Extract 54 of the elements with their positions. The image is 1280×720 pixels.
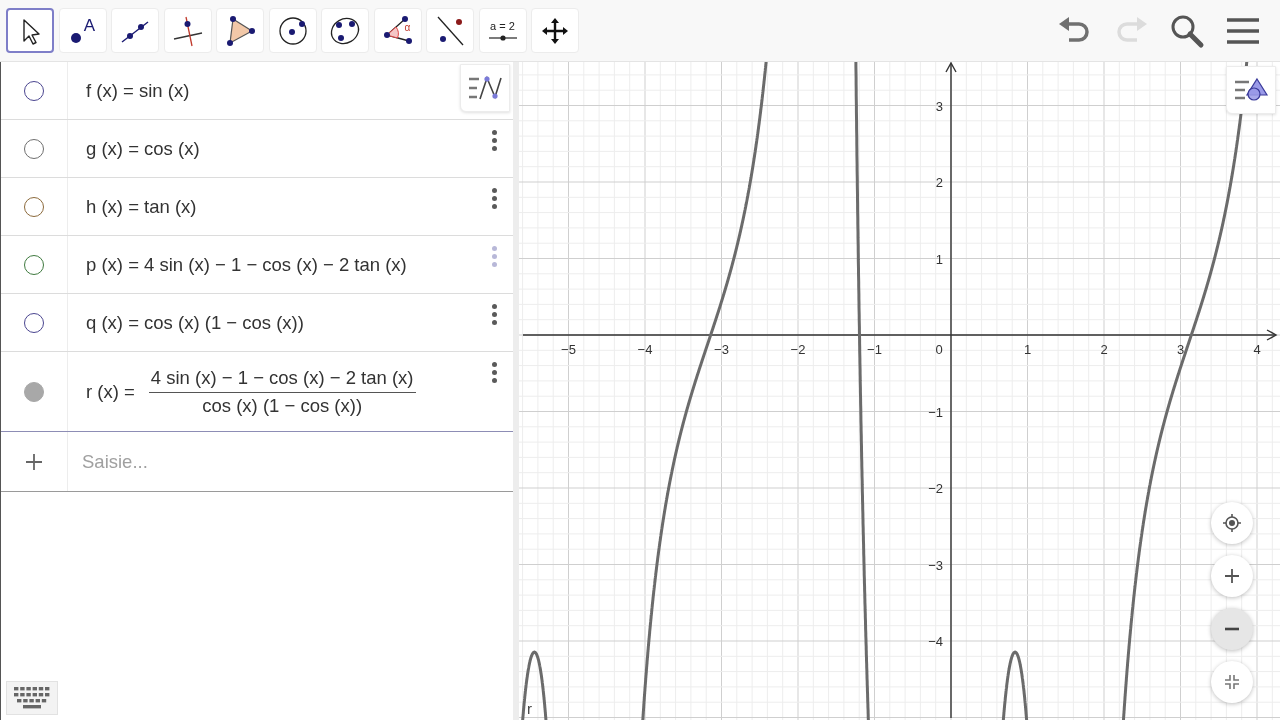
input-field[interactable]: Saisie...: [68, 432, 513, 491]
keyboard-icon: [13, 685, 51, 711]
axis-tick-label: 2: [935, 175, 943, 190]
axis-tick-label: 0: [935, 342, 943, 357]
axis-tick-label: 1: [1023, 342, 1032, 357]
function-definition: h (x) = tan (x): [86, 195, 197, 218]
reflect-tool-button[interactable]: [426, 8, 474, 53]
axis-tick-label: −4: [928, 634, 943, 649]
target-icon: [1223, 514, 1241, 532]
axis-tick-label: −2: [928, 481, 943, 496]
axis-tick-label: 3: [935, 98, 943, 114]
visibility-toggle[interactable]: [24, 381, 44, 402]
ellipse-tool-button[interactable]: [321, 8, 369, 53]
plus-icon: [25, 452, 43, 471]
dot-icon: [69, 32, 82, 44]
angle-tool-button[interactable]: α: [373, 8, 422, 53]
fraction-numerator: 4 sin (x) − 1 − cos (x) − 2 tan (x): [148, 366, 416, 393]
graphics-style-button[interactable]: [1226, 66, 1276, 114]
slider-icon: [487, 35, 518, 41]
fullscreen-button[interactable]: [1211, 661, 1253, 703]
axis-tick-label: 1: [935, 251, 943, 267]
plus-icon: [1224, 568, 1240, 584]
line-tool-button[interactable]: [111, 8, 159, 53]
axis-tick-label: 3: [1176, 342, 1185, 357]
move-view-tool-button[interactable]: [531, 8, 579, 53]
zoom-in-button[interactable]: [1211, 555, 1253, 597]
fraction-denominator: cos (x) (1 − cos (x)): [202, 393, 363, 417]
function-definition: g (x) = cos (x): [86, 137, 200, 160]
minus-icon: [1224, 627, 1240, 631]
perpendicular-tool-button[interactable]: [163, 8, 212, 53]
curve-label: r: [527, 700, 532, 717]
point-tool-button[interactable]: A: [58, 8, 107, 53]
move-tool-button[interactable]: [6, 8, 54, 53]
menu-icon: [1226, 16, 1260, 45]
axis-tick-label: −1: [867, 342, 882, 357]
keyboard-button[interactable]: [6, 681, 58, 715]
algebra-style-button[interactable]: [460, 64, 510, 112]
axis-tick-label: 4: [1253, 342, 1261, 357]
slider-tool-button[interactable]: a = 2: [478, 8, 527, 53]
axis-tick-label: −4: [637, 342, 653, 357]
axis-tick-label: −3: [714, 342, 729, 357]
circle-tool-button[interactable]: [268, 8, 317, 53]
axis-tick-label: −3: [928, 557, 943, 573]
polygon-tool-button[interactable]: [216, 8, 264, 53]
axis-tick-label: −5: [561, 342, 576, 357]
function-definition: q (x) = cos (x) (1 − cos (x)): [86, 311, 304, 334]
fullscreen-exit-icon: [1224, 674, 1240, 690]
axis-tick-label: −1: [928, 404, 943, 420]
axis-tick-label: −2: [790, 342, 806, 357]
function-definition: p (x) = 4 sin (x) − 1 − cos (x) − 2 tan (x): [86, 253, 407, 276]
home-view-button[interactable]: [1211, 502, 1253, 544]
function-definition: f (x) = sin (x): [86, 79, 190, 102]
axis-tick-label: 2: [1100, 342, 1108, 357]
function-name: r (x) =: [86, 380, 135, 403]
